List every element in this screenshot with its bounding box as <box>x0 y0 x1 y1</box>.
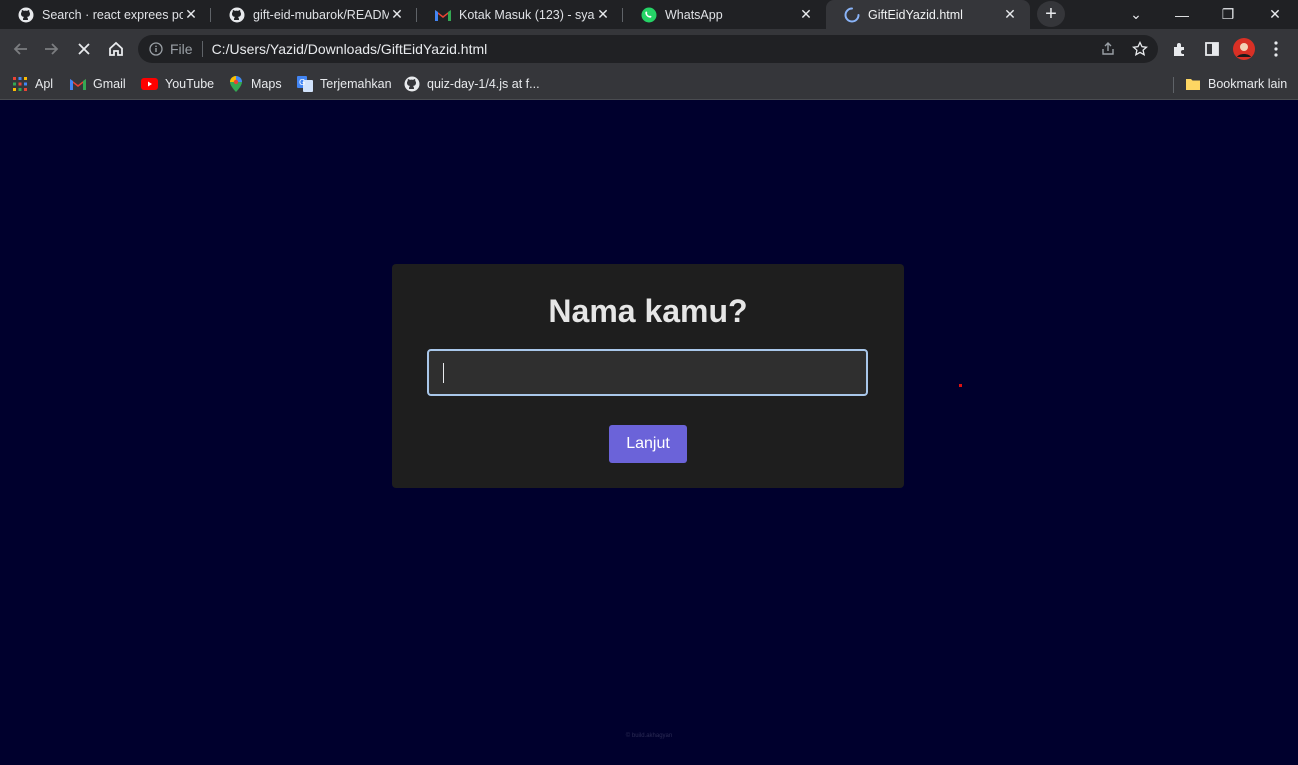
tab-search-icon[interactable]: ⌄ <box>1113 0 1159 29</box>
name-input[interactable] <box>427 349 868 396</box>
bookmark-label: Apl <box>35 77 54 91</box>
bookmarks-separator <box>1173 77 1174 93</box>
address-bar[interactable]: File C:/Users/Yazid/Downloads/GiftEidYaz… <box>138 35 1158 63</box>
tab-title: Kotak Masuk (123) - syazid <box>459 7 595 22</box>
tab-title: Search · react exprees post <box>42 7 183 22</box>
restore-icon[interactable]: ❐ <box>1205 0 1251 29</box>
gmail-icon <box>435 7 451 23</box>
home-icon[interactable] <box>102 35 130 63</box>
menu-kebab-icon[interactable] <box>1262 35 1290 63</box>
tab-title: WhatsApp <box>665 7 723 22</box>
bookmark-apps[interactable]: Apl <box>12 74 53 94</box>
close-tab-icon[interactable]: ✕ <box>595 6 611 23</box>
bookmark-label: Terjemahkan <box>320 77 392 91</box>
close-tab-icon[interactable]: ✕ <box>183 6 199 23</box>
bookmark-label: Gmail <box>93 77 126 91</box>
github-icon <box>18 7 34 23</box>
translate-icon: G <box>297 76 313 92</box>
browser-toolbar: File C:/Users/Yazid/Downloads/GiftEidYaz… <box>0 29 1298 69</box>
footer-credit: © build.akhagyan <box>625 733 673 739</box>
tab-whatsapp[interactable]: WhatsApp ✕ <box>623 0 826 29</box>
tab-title: GiftEidYazid.html <box>868 7 963 22</box>
close-tab-icon[interactable]: ✕ <box>389 6 405 23</box>
bookmark-translate[interactable]: G Terjemahkan <box>297 74 392 94</box>
back-icon[interactable] <box>6 35 34 63</box>
bookmark-quiz-github[interactable]: quiz-day-1/4.js at f... <box>404 74 540 94</box>
bookmark-other-folder[interactable]: Bookmark lain <box>1185 74 1287 94</box>
url-scheme-label: File <box>170 41 193 57</box>
bookmark-label: quiz-day-1/4.js at f... <box>427 77 540 91</box>
bookmark-maps[interactable]: Maps <box>228 74 282 94</box>
bookmark-label: Bookmark lain <box>1208 77 1288 91</box>
minimize-icon[interactable]: — <box>1159 0 1205 29</box>
extensions-icon[interactable] <box>1166 35 1194 63</box>
loading-spinner-icon <box>844 7 860 23</box>
name-prompt-card: Nama kamu? Lanjut <box>392 264 904 488</box>
bookmark-gmail[interactable]: Gmail <box>70 74 126 94</box>
share-icon[interactable] <box>1100 41 1116 57</box>
bookmark-youtube[interactable]: YouTube <box>141 74 214 94</box>
new-tab-button[interactable]: + <box>1037 1 1065 27</box>
close-window-icon[interactable]: ✕ <box>1252 0 1298 29</box>
tab-strip: Search · react exprees post ✕ gift-eid-m… <box>0 0 1298 29</box>
side-panel-icon[interactable] <box>1198 35 1226 63</box>
github-icon <box>404 76 420 92</box>
tab-gifteidyazid[interactable]: GiftEidYazid.html ✕ <box>826 0 1030 29</box>
stop-loading-icon[interactable] <box>70 35 98 63</box>
whatsapp-icon <box>641 7 657 23</box>
tab-github-readme[interactable]: gift-eid-mubarok/README.md ✕ <box>211 0 417 29</box>
svg-text:G: G <box>299 78 305 87</box>
next-button[interactable]: Lanjut <box>609 425 687 463</box>
decorative-dot <box>959 384 962 387</box>
tab-gmail[interactable]: Kotak Masuk (123) - syazid ✕ <box>417 0 623 29</box>
profile-avatar[interactable] <box>1230 35 1258 63</box>
github-icon <box>229 7 245 23</box>
maps-icon <box>228 76 244 92</box>
bookmarks-bar: Apl Gmail YouTube Maps G Terjemahkan qui… <box>0 69 1298 100</box>
text-cursor <box>443 363 444 383</box>
url-text[interactable]: C:/Users/Yazid/Downloads/GiftEidYazid.ht… <box>212 41 488 57</box>
bookmark-star-icon[interactable] <box>1132 41 1148 57</box>
page-title: Nama kamu? <box>548 293 748 329</box>
forward-icon[interactable] <box>38 35 66 63</box>
apps-grid-icon <box>12 76 28 92</box>
close-tab-icon[interactable]: ✕ <box>1002 6 1018 23</box>
site-info-icon[interactable] <box>148 41 164 57</box>
bookmark-label: YouTube <box>165 77 215 91</box>
close-tab-icon[interactable]: ✕ <box>798 6 814 23</box>
gmail-icon <box>70 76 86 92</box>
folder-icon <box>1185 76 1201 92</box>
youtube-icon <box>141 76 158 92</box>
tab-title: gift-eid-mubarok/README.md <box>253 7 389 22</box>
url-divider <box>201 41 203 57</box>
bookmark-label: Maps <box>251 77 282 91</box>
tab-github-search[interactable]: Search · react exprees post ✕ <box>0 0 211 29</box>
